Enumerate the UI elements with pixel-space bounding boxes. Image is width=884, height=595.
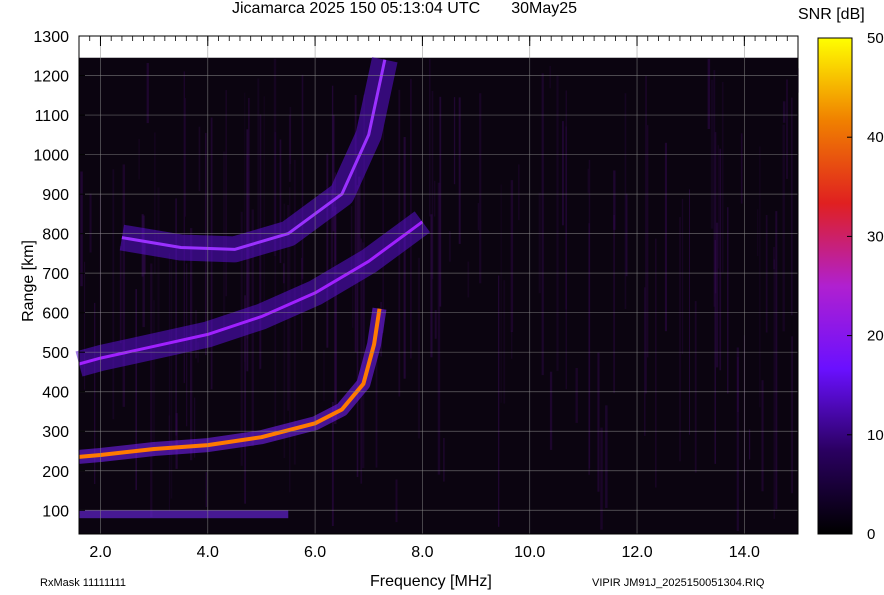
y-tick-label: 700 bbox=[42, 266, 69, 283]
y-tick-label: 1100 bbox=[35, 108, 70, 125]
y-tick-label: 1300 bbox=[33, 29, 69, 46]
x-tick-label: 2.0 bbox=[89, 544, 111, 561]
y-tick-label: 400 bbox=[42, 385, 69, 402]
colorbar-tick-label: 10 bbox=[867, 427, 884, 444]
y-tick-label: 800 bbox=[42, 227, 69, 244]
colorbar bbox=[817, 37, 853, 535]
x-tick-label: 12.0 bbox=[621, 544, 652, 561]
y-tick-label: 900 bbox=[42, 187, 69, 204]
filename-label: VIPIR JM91J_2025150051304.RIQ bbox=[592, 577, 765, 589]
x-tick-label: 8.0 bbox=[411, 544, 433, 561]
x-tick-label: 4.0 bbox=[197, 544, 219, 561]
colorbar-tick-label: 30 bbox=[867, 228, 884, 245]
chart-title: Jicamarca 2025 150 05:13:04 UTC 30May25 bbox=[232, 0, 578, 17]
low-range-band bbox=[79, 510, 289, 519]
x-tick-label: 10.0 bbox=[514, 544, 545, 561]
y-tick-label: 100 bbox=[42, 503, 69, 520]
x-tick-label: 6.0 bbox=[304, 544, 326, 561]
colorbar-title: SNR [dB] bbox=[798, 6, 865, 23]
y-tick-label: 1000 bbox=[33, 148, 69, 165]
colorbar-tick-label: 20 bbox=[867, 328, 884, 345]
y-tick-label: 200 bbox=[42, 464, 69, 481]
y-tick-label: 500 bbox=[42, 345, 69, 362]
rxmask-label: RxMask 11111111 bbox=[40, 577, 127, 589]
x-tick-label: 14.0 bbox=[729, 544, 760, 561]
y-tick-label: 300 bbox=[42, 424, 69, 441]
colorbar-tick-label: 40 bbox=[867, 129, 884, 146]
x-axis-label: Frequency [MHz] bbox=[370, 573, 492, 590]
colorbar-tick-label: 0 bbox=[867, 526, 875, 543]
colorbar-tick-label: 50 bbox=[867, 30, 884, 47]
y-tick-label: 1200 bbox=[33, 69, 69, 86]
y-axis-label: Range [km] bbox=[19, 240, 37, 322]
ionogram-chart: 2.0 4.0 6.0 8.0 10.0 12.0 14.01002003004005006… bbox=[33, 29, 884, 561]
y-tick-label: 600 bbox=[42, 306, 69, 323]
